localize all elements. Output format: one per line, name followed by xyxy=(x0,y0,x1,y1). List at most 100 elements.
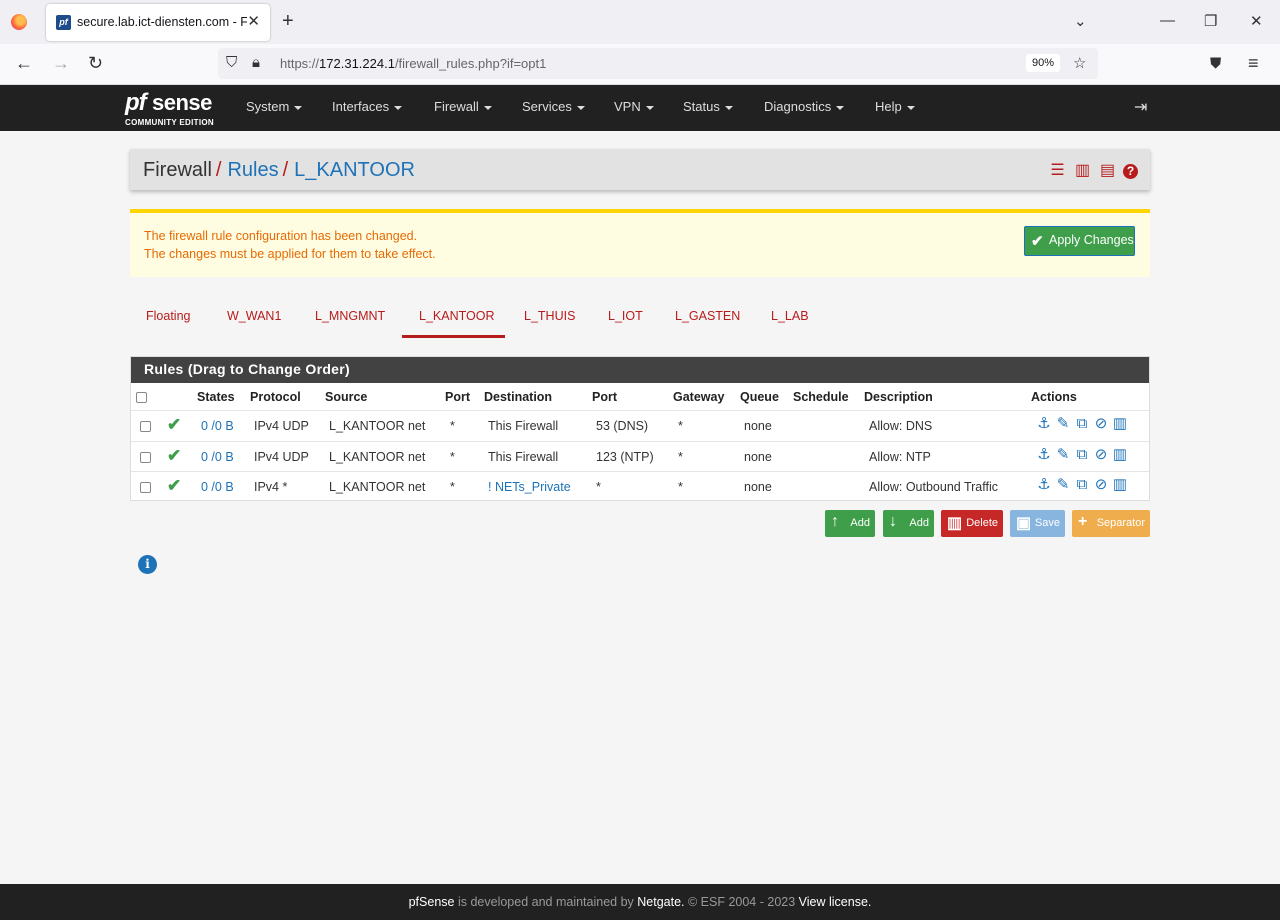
rule-destination[interactable]: ! NETs_Private xyxy=(488,480,571,494)
tab-l-thuis[interactable]: L_THUIS xyxy=(524,309,575,323)
window-close-icon[interactable]: ✕ xyxy=(1250,12,1263,30)
menu-system[interactable]: System xyxy=(246,99,303,114)
apply-changes-button[interactable]: ✔ Apply Changes xyxy=(1024,226,1135,256)
help-icon[interactable]: ? xyxy=(1123,164,1138,179)
rule-src-port: * xyxy=(450,480,455,494)
app-menu-icon[interactable]: ≡ xyxy=(1248,53,1259,74)
shield-icon[interactable]: ⛉ xyxy=(226,54,237,71)
table-row[interactable]: ✔ 0 /0 B IPv4 UDP L_KANTOOR net * This F… xyxy=(131,441,1149,471)
rule-source: L_KANTOOR net xyxy=(329,419,426,433)
rule-gateway: * xyxy=(678,419,683,433)
menu-firewall[interactable]: Firewall xyxy=(434,99,492,114)
edit-pencil-icon[interactable]: ✎ xyxy=(1054,415,1072,433)
pass-check-icon[interactable]: ✔ xyxy=(167,476,181,496)
pfsense-favicon-icon: pf xyxy=(56,15,71,30)
rule-description: Allow: Outbound Traffic xyxy=(869,480,999,494)
menu-diagnostics[interactable]: Diagnostics xyxy=(764,99,845,114)
rule-queue: none xyxy=(744,480,772,494)
disable-icon[interactable]: ⊘ xyxy=(1092,476,1110,494)
row-checkbox[interactable] xyxy=(140,482,151,493)
separator-button[interactable]: + Separator xyxy=(1072,510,1150,537)
menu-help[interactable]: Help xyxy=(875,99,915,114)
copy-icon[interactable]: ⧉ xyxy=(1073,446,1091,464)
rule-states[interactable]: 0 /0 B xyxy=(201,450,234,464)
minimize-icon[interactable]: — xyxy=(1160,12,1175,29)
back-icon[interactable]: ← xyxy=(15,53,33,74)
url-bar[interactable]: ⛉ 🔒︎ https://172.31.224.1/firewall_rules… xyxy=(218,48,1098,79)
zoom-level[interactable]: 90% xyxy=(1026,54,1061,72)
col-actions: Actions xyxy=(1031,390,1077,404)
anchor-icon[interactable]: ⚓︎ xyxy=(1035,476,1053,494)
rule-states[interactable]: 0 /0 B xyxy=(201,480,234,494)
pass-check-icon[interactable]: ✔ xyxy=(167,415,181,435)
forward-icon[interactable]: → xyxy=(52,53,70,74)
sliders-icon[interactable]: ☰ xyxy=(1048,160,1067,180)
table-row[interactable]: ✔ 0 /0 B IPv4 UDP L_KANTOOR net * This F… xyxy=(131,410,1149,440)
check-icon: ✔ xyxy=(1031,233,1044,250)
restore-icon[interactable]: ❐ xyxy=(1204,12,1217,30)
pfsense-logo[interactable]: pf sense COMMUNITY EDITION xyxy=(125,89,225,127)
copy-icon[interactable]: ⧉ xyxy=(1073,476,1091,494)
trash-icon[interactable]: ▥ xyxy=(1111,476,1129,494)
row-checkbox[interactable] xyxy=(140,452,151,463)
add-bottom-button[interactable]: ↓ Add xyxy=(883,510,934,537)
row-checkbox[interactable] xyxy=(140,421,151,432)
pocket-icon[interactable]: ⛊ xyxy=(1210,55,1221,72)
trash-icon[interactable]: ▥ xyxy=(1111,446,1129,464)
tab-floating[interactable]: Floating xyxy=(146,309,190,323)
add-top-button[interactable]: ↑ Add xyxy=(825,510,875,537)
rule-gateway: * xyxy=(678,480,683,494)
menu-services[interactable]: Services xyxy=(522,99,585,114)
logout-icon[interactable]: ⇥ xyxy=(1134,97,1147,117)
tab-l-gasten[interactable]: L_GASTEN xyxy=(675,309,740,323)
menu-status[interactable]: Status xyxy=(683,99,733,114)
bar-chart-icon[interactable]: ▥ xyxy=(1073,160,1092,180)
info-icon[interactable]: i xyxy=(138,555,157,574)
rule-src-port: * xyxy=(450,450,455,464)
tab-l-lab[interactable]: L_LAB xyxy=(771,309,809,323)
copy-icon[interactable]: ⧉ xyxy=(1073,415,1091,433)
anchor-icon[interactable]: ⚓︎ xyxy=(1035,415,1053,433)
col-destination: Destination xyxy=(484,390,553,404)
rule-states[interactable]: 0 /0 B xyxy=(201,419,234,433)
delete-button[interactable]: ▥ Delete xyxy=(941,510,1003,537)
disable-icon[interactable]: ⊘ xyxy=(1092,446,1110,464)
new-tab-icon[interactable]: + xyxy=(282,10,294,33)
footer-netgate-link[interactable]: Netgate. xyxy=(637,895,684,909)
save-button[interactable]: ▣ Save xyxy=(1010,510,1065,537)
edit-pencil-icon[interactable]: ✎ xyxy=(1054,446,1072,464)
browser-tab-bar: pf secure.lab.ict-diensten.com - Fi ✕ + … xyxy=(0,0,1280,44)
footer-brand[interactable]: pfSense xyxy=(409,895,455,909)
bookmark-star-icon[interactable]: ☆ xyxy=(1073,54,1086,72)
trash-icon[interactable]: ▥ xyxy=(1111,415,1129,433)
breadcrumb-rules[interactable]: Rules xyxy=(227,159,278,181)
tab-l-kantoor[interactable]: L_KANTOOR xyxy=(419,309,495,323)
firefox-logo-icon[interactable] xyxy=(11,14,27,30)
rule-gateway: * xyxy=(678,450,683,464)
menu-interfaces[interactable]: Interfaces xyxy=(332,99,403,114)
tab-list-chevron-icon[interactable]: ⌄ xyxy=(1074,12,1087,30)
breadcrumb-panel: Firewall / Rules / L_KANTOOR ☰ ▥ ▤? xyxy=(130,149,1150,190)
lock-icon[interactable]: 🔒︎ xyxy=(252,54,260,71)
reload-icon[interactable]: ↻ xyxy=(88,53,103,74)
plus-icon: + xyxy=(1078,513,1088,530)
url-text[interactable]: https://172.31.224.1/firewall_rules.php?… xyxy=(280,56,546,71)
menu-vpn[interactable]: VPN xyxy=(614,99,654,114)
footer-license-link[interactable]: View license. xyxy=(799,895,872,909)
log-list-icon[interactable]: ▤ xyxy=(1098,160,1117,180)
table-row[interactable]: ✔ 0 /0 B IPv4 * L_KANTOOR net * ! NETs_P… xyxy=(131,471,1149,501)
tab-w-wan1[interactable]: W_WAN1 xyxy=(227,309,281,323)
select-all-checkbox[interactable] xyxy=(136,392,147,403)
col-src-port: Port xyxy=(445,390,470,404)
breadcrumb-interface[interactable]: L_KANTOOR xyxy=(294,159,415,181)
disable-icon[interactable]: ⊘ xyxy=(1092,415,1110,433)
pass-check-icon[interactable]: ✔ xyxy=(167,446,181,466)
save-disk-icon: ▣ xyxy=(1016,515,1032,532)
tab-l-iot[interactable]: L_IOT xyxy=(608,309,643,323)
anchor-icon[interactable]: ⚓︎ xyxy=(1035,446,1053,464)
tab-close-icon[interactable]: ✕ xyxy=(247,12,260,30)
arrow-up-icon: ↑ xyxy=(831,513,839,530)
edit-pencil-icon[interactable]: ✎ xyxy=(1054,476,1072,494)
browser-tab[interactable]: pf secure.lab.ict-diensten.com - Fi ✕ xyxy=(46,4,270,41)
tab-l-mngmnt[interactable]: L_MNGMNT xyxy=(315,309,385,323)
